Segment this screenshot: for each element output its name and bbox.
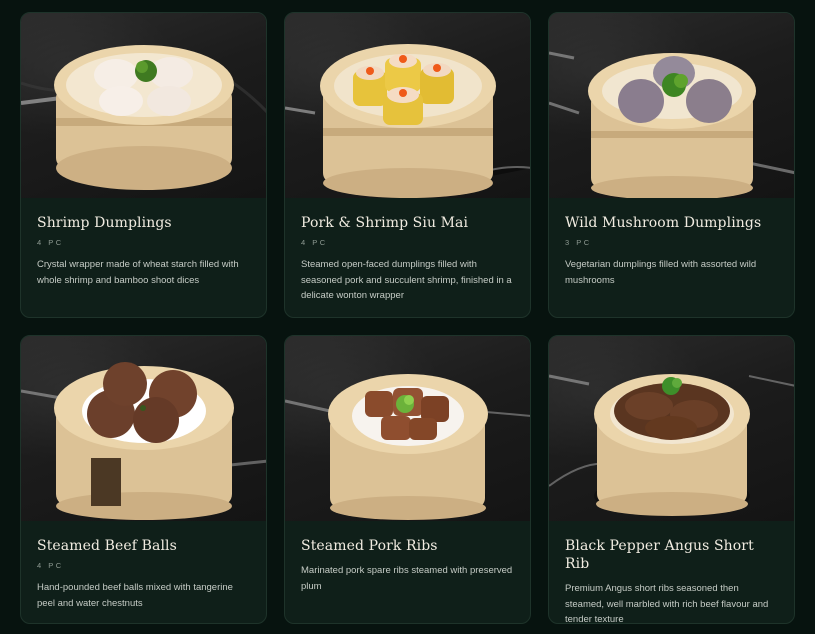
shrimp-dumpling-icon [21,13,266,198]
item-description: Marinated pork spare ribs steamed with p… [301,565,513,592]
beef-ball-icon [21,336,266,521]
item-description: Vegetarian dumplings filled with assorte… [565,259,757,286]
item-title: Pork & Shrimp Siu Mai [301,215,469,231]
item-description: Steamed open-faced dumplings filled with… [301,259,512,301]
item-description: Hand-pounded beef balls mixed with tange… [37,582,233,609]
pork-ribs-icon [285,336,530,521]
item-title: Shrimp Dumplings [37,215,172,231]
short-rib-icon [549,336,794,521]
siu-mai-icon [285,13,530,198]
item-title: Wild Mushroom Dumplings [565,215,762,231]
item-quantity: 4 PC [37,238,64,247]
menu-card-siu-mai[interactable]: Pork & Shrimp Siu Mai 4 PC Steamed open-… [284,12,531,318]
item-title: Black Pepper Angus Short Rib [565,538,754,572]
item-quantity: 3 PC [565,238,592,247]
item-quantity: 4 PC [301,238,328,247]
item-title: Steamed Beef Balls [37,538,177,554]
item-description: Premium Angus short ribs seasoned then s… [565,583,769,624]
item-quantity: 4 PC [37,561,64,570]
menu-card-beef-balls[interactable]: Steamed Beef Balls 4 PC Hand-pounded bee… [20,335,267,624]
menu-card-pork-ribs[interactable]: Steamed Pork Ribs Marinated pork spare r… [284,335,531,624]
menu-card-mushroom-dumplings[interactable]: Wild Mushroom Dumplings 3 PC Vegetarian … [548,12,795,318]
menu-card-shrimp-dumplings[interactable]: Shrimp Dumplings 4 PC Crystal wrapper ma… [20,12,267,318]
menu-grid: Shrimp Dumplings 4 PC Crystal wrapper ma… [20,12,795,624]
menu-card-short-rib[interactable]: Black Pepper Angus Short Rib Premium Ang… [548,335,795,624]
mushroom-dumpling-icon [549,13,794,198]
item-title: Steamed Pork Ribs [301,538,438,554]
item-description: Crystal wrapper made of wheat starch fil… [37,259,239,286]
